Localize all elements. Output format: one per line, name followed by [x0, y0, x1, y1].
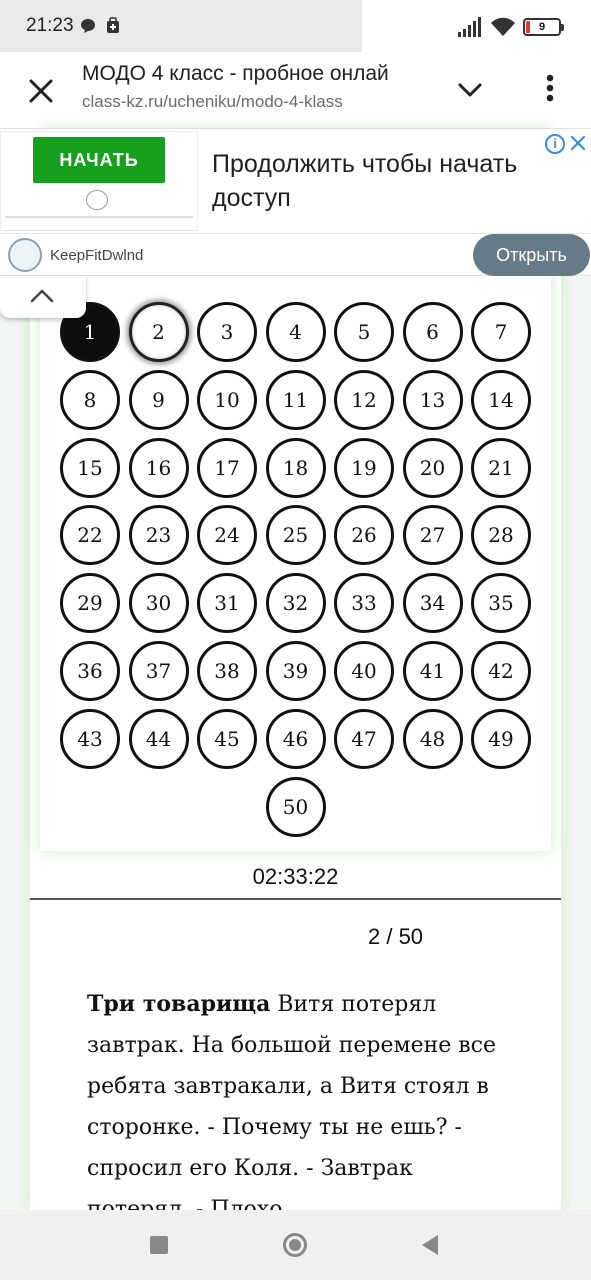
status-bar: 21:23 9	[0, 0, 591, 52]
question-number-button[interactable]: 40	[334, 641, 394, 701]
timer: 02:33:22	[252, 864, 339, 889]
more-options-icon[interactable]	[538, 70, 562, 106]
question-number-button[interactable]: 10	[197, 369, 257, 430]
question-number-button[interactable]: 37	[128, 641, 189, 701]
ad-thumbnail[interactable]: НАЧАТЬ	[0, 131, 198, 231]
question-body: Витя потерял завтрак. На большой перемен…	[87, 992, 497, 1222]
battery-icon: 9	[523, 18, 564, 36]
page-url[interactable]: class-kz.ru/ucheniku/modo-4-klass	[82, 92, 343, 112]
question-number-button[interactable]: 33	[334, 573, 394, 634]
ad-info-icon[interactable]: i	[545, 134, 565, 154]
question-number-button[interactable]: 19	[334, 437, 394, 498]
question-number-button[interactable]: 35	[471, 573, 531, 634]
question-number-button[interactable]: 15	[60, 437, 120, 498]
question-number-button[interactable]: 4	[265, 302, 326, 362]
question-number-button[interactable]: 24	[197, 505, 257, 566]
question-number-button[interactable]: 39	[265, 641, 326, 701]
question-number-button[interactable]: 44	[128, 708, 189, 769]
question-number-button[interactable]: 32	[265, 573, 326, 634]
home-icon[interactable]	[283, 1233, 307, 1257]
collapse-ad-button[interactable]	[0, 276, 86, 318]
ad-start-button[interactable]: НАЧАТЬ	[33, 137, 165, 183]
ad-banner[interactable]: НАЧАТЬ Продолжить чтобы начать доступ i …	[0, 128, 591, 276]
question-number-button[interactable]: 21	[471, 437, 531, 498]
question-number-button[interactable]: 36	[60, 641, 120, 701]
ad-brand-logo	[8, 238, 42, 272]
question-number-button[interactable]: 34	[402, 573, 463, 634]
question-number-button[interactable]: 31	[197, 573, 257, 634]
bag-icon	[107, 17, 119, 33]
question-number-button[interactable]: 43	[60, 708, 120, 769]
question-number-button[interactable]: 49	[471, 708, 531, 769]
ad-thumbnail-logo-icon	[86, 190, 108, 210]
ad-headline[interactable]: Продолжить чтобы начать доступ	[212, 147, 572, 215]
question-number-button[interactable]: 8	[60, 369, 120, 430]
question-number-button[interactable]: 47	[334, 708, 394, 769]
question-number-button[interactable]: 45	[197, 708, 257, 769]
chevron-down-icon[interactable]	[452, 72, 488, 108]
question-number-button[interactable]: 9	[128, 369, 189, 430]
question-number-button[interactable]: 38	[197, 641, 257, 701]
question-number-button[interactable]: 41	[402, 641, 463, 701]
question-number-button[interactable]: 27	[402, 505, 463, 566]
ad-brand-name: KeepFitDwlnd	[50, 247, 144, 264]
question-number-button[interactable]: 3	[197, 302, 257, 362]
question-number-button[interactable]: 30	[128, 573, 189, 634]
question-text: Три товарища Витя потерял завтрак. На бо…	[87, 984, 507, 1230]
ad-footer: KeepFitDwlnd Открыть	[0, 233, 591, 277]
system-nav-bar	[0, 1210, 591, 1280]
signal-icon	[458, 17, 481, 37]
question-number-button[interactable]: 29	[60, 573, 120, 634]
question-number-button[interactable]: 14	[471, 369, 531, 430]
question-number-button[interactable]: 23	[128, 505, 189, 566]
question-number-button[interactable]: 7	[471, 302, 531, 362]
question-number-button[interactable]: 17	[197, 437, 257, 498]
question-number-button[interactable]: 50	[265, 776, 326, 837]
recents-icon[interactable]	[150, 1236, 168, 1254]
question-number-button[interactable]: 12	[334, 369, 394, 430]
back-icon[interactable]	[420, 1234, 440, 1256]
question-number-button[interactable]: 2	[128, 302, 189, 362]
question-number-button[interactable]: 13	[402, 369, 463, 430]
question-number-button[interactable]: 42	[471, 641, 531, 701]
ad-thumbnail-line	[5, 216, 193, 218]
ad-close-icon[interactable]	[568, 133, 588, 153]
question-number-button[interactable]: 11	[265, 369, 326, 430]
question-number-button[interactable]: 28	[471, 505, 531, 566]
status-time: 21:23	[26, 15, 74, 36]
question-number-button[interactable]: 48	[402, 708, 463, 769]
question-title: Три товарища	[87, 991, 271, 1017]
question-number-button[interactable]: 6	[402, 302, 463, 362]
page-title: МОДО 4 класс - пробное онлай	[82, 62, 389, 85]
question-number-button[interactable]: 20	[402, 437, 463, 498]
ad-open-button[interactable]: Открыть	[473, 234, 590, 276]
question-number-button[interactable]: 26	[334, 505, 394, 566]
wifi-icon	[491, 17, 515, 36]
question-number-button[interactable]: 5	[334, 302, 394, 362]
chevron-up-icon	[30, 289, 54, 303]
browser-toolbar: МОДО 4 класс - пробное онлай class-kz.ru…	[0, 52, 591, 128]
question-number-button[interactable]: 18	[265, 437, 326, 498]
question-number-button[interactable]: 46	[265, 708, 326, 769]
close-icon[interactable]	[22, 72, 60, 110]
question-counter: 2 / 50	[368, 924, 424, 949]
question-number-button[interactable]: 22	[60, 505, 120, 566]
divider	[30, 898, 561, 900]
question-number-button[interactable]: 25	[265, 505, 326, 566]
battery-level: 9	[538, 21, 546, 33]
ad-thumbnail-line	[5, 230, 193, 231]
message-icon	[81, 19, 95, 33]
question-number-button[interactable]: 16	[128, 437, 189, 498]
